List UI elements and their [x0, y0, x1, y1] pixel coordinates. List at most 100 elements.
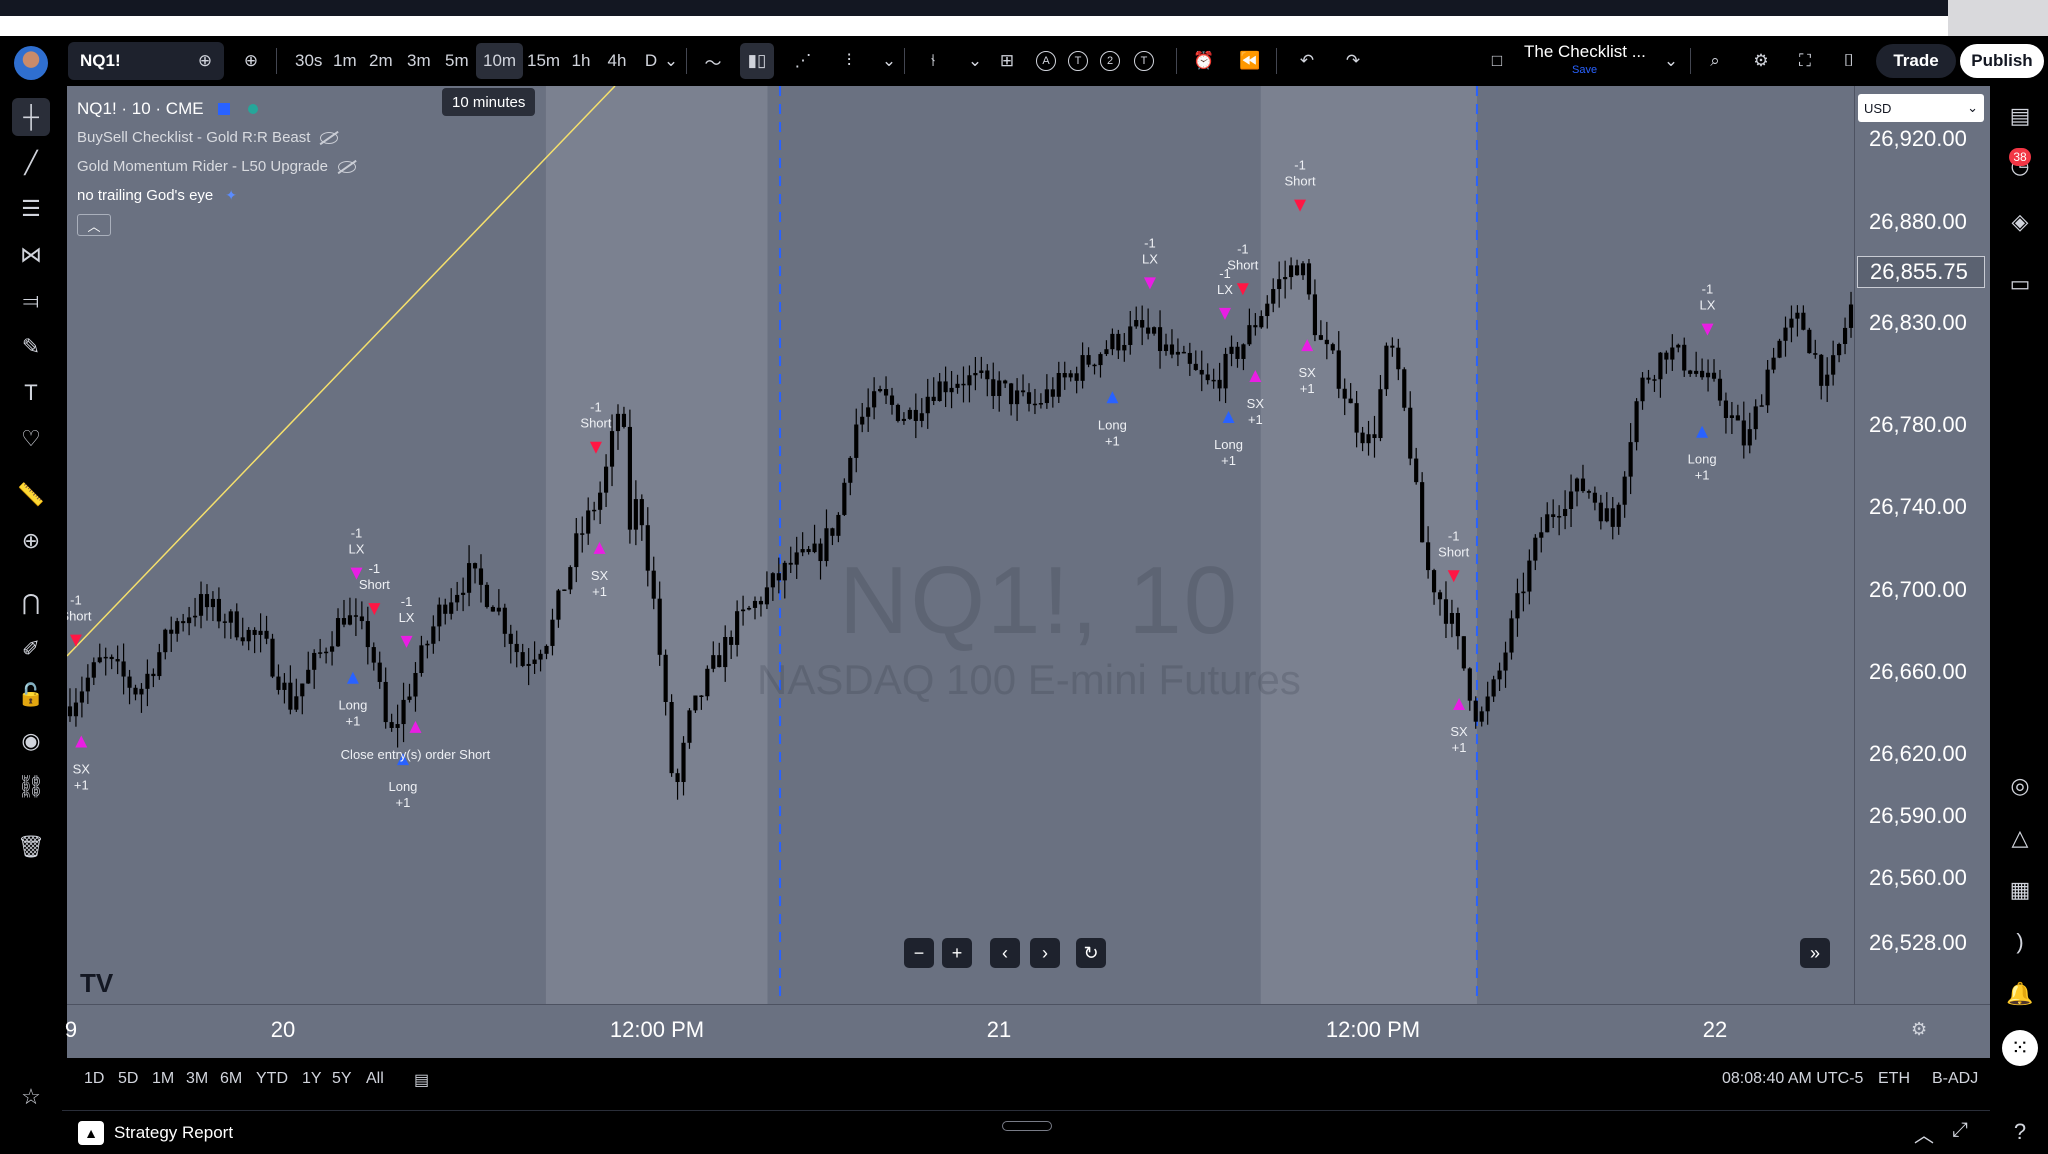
settings-gear-icon[interactable]: ⚙ — [1744, 43, 1778, 79]
target-icon[interactable]: ◎ — [2002, 768, 2038, 804]
scroll-left-button[interactable]: ‹ — [990, 938, 1020, 968]
strategy-report-label[interactable]: Strategy Report — [114, 1123, 233, 1143]
add-symbol-icon[interactable]: ⊕ — [234, 43, 268, 79]
trash-icon[interactable]: 🗑 — [12, 828, 50, 866]
trade-button[interactable]: Trade — [1876, 44, 1956, 78]
avatar[interactable] — [14, 46, 48, 80]
candles-chart-icon[interactable]: ▮▯ — [740, 43, 774, 79]
indicators-icon[interactable]: ⫮ — [916, 43, 950, 79]
range-1Y-button[interactable]: 1Y — [302, 1070, 322, 1088]
apps-grid-icon[interactable]: ⁙ — [2002, 1030, 2038, 1066]
magnet-icon[interactable]: ⋂ — [12, 584, 50, 622]
panel-resize-handle[interactable] — [1002, 1121, 1052, 1131]
scroll-to-realtime-button[interactable]: » — [1800, 938, 1830, 968]
zoom-in-icon[interactable]: ⊕ — [12, 522, 50, 560]
template-badge[interactable]: A — [1036, 51, 1056, 71]
interval-10m-button[interactable]: 10m — [476, 43, 524, 79]
bars-chart-icon[interactable]: ⫶ — [832, 43, 866, 79]
range-YTD-button[interactable]: YTD — [256, 1070, 288, 1088]
clock-time[interactable]: 08:08:40 AM UTC-5 — [1722, 1070, 1863, 1088]
reset-chart-button[interactable]: ↻ — [1076, 938, 1106, 968]
crosshair-icon[interactable]: ┼ — [12, 98, 50, 136]
legend-collapse-button[interactable]: ︿ — [77, 214, 111, 236]
help-icon[interactable]: ? — [2002, 1114, 2038, 1150]
range-3M-button[interactable]: 3M — [186, 1070, 208, 1088]
compare-symbol-icon[interactable]: ⊕ — [188, 43, 222, 79]
pattern-icon[interactable]: ⋈ — [12, 236, 50, 274]
hidden-eye-icon[interactable] — [320, 131, 339, 144]
indicator-row[interactable]: no trailing God's eye ✦ — [77, 181, 356, 210]
interval-4h-button[interactable]: 4h — [600, 43, 634, 79]
object-tree-layers-icon[interactable]: ◈ — [2002, 204, 2038, 240]
watchlist-icon[interactable]: ▤ — [2002, 98, 2038, 134]
fullscreen-icon[interactable]: ⛶ — [1788, 43, 1822, 79]
indicators-dropdown-icon[interactable]: ⌄ — [958, 43, 992, 79]
ideas-icon[interactable]: △ — [2002, 820, 2038, 856]
camera-icon[interactable]: ⌷ — [1832, 43, 1866, 79]
range-1M-button[interactable]: 1M — [152, 1070, 174, 1088]
price-axis[interactable]: USD ⌄ 26,920.00 26,880.00 26,830.00 26,780.… — [1854, 86, 1990, 1086]
zoom-in-button[interactable]: + — [942, 938, 972, 968]
lock-icon[interactable]: 🔓 — [12, 676, 50, 714]
trend-line-icon[interactable]: ╱ — [12, 144, 50, 182]
range-5Y-button[interactable]: 5Y — [332, 1070, 352, 1088]
indicator-row[interactable]: Gold Momentum Rider - L50 Upgrade — [77, 152, 356, 181]
zoom-out-button[interactable]: − — [904, 938, 934, 968]
interval-1h-button[interactable]: 1h — [564, 43, 598, 79]
strategy-report-icon[interactable]: ▲ — [78, 1121, 104, 1145]
alert-clock-icon[interactable]: ⏰ — [1186, 43, 1221, 79]
interval-5m-button[interactable]: 5m — [438, 43, 476, 79]
hidden-eye-icon[interactable] — [337, 160, 356, 173]
layout-save-label[interactable]: Save — [1572, 64, 1597, 76]
brush-icon[interactable]: ✎ — [12, 328, 50, 366]
publish-button[interactable]: Publish — [1960, 44, 2044, 78]
heart-icon[interactable]: ♡ — [12, 420, 50, 458]
fib-tool-icon[interactable]: ⫤ — [12, 282, 50, 320]
indicator-row[interactable]: BuySell Checklist - Gold R:R Beast — [77, 123, 356, 152]
interval-2m-button[interactable]: 2m — [362, 43, 400, 79]
templates-icon[interactable]: ⊞ — [990, 43, 1024, 79]
redo-icon[interactable]: ↷ — [1336, 43, 1370, 79]
interval-D-button[interactable]: D — [634, 43, 668, 79]
interval-30s-button[interactable]: 30s — [288, 43, 329, 79]
news-feed-icon[interactable]: ) — [2002, 924, 2038, 960]
maximize-panel-icon[interactable]: ⤢ — [1952, 1119, 1968, 1142]
layout-dropdown-icon[interactable]: ⌄ — [1654, 43, 1688, 79]
template-badge[interactable]: T — [1134, 51, 1154, 71]
scatter-icon[interactable]: ⋰ — [786, 43, 820, 79]
visibility-eye-icon[interactable]: ◉ — [12, 722, 50, 760]
undo-icon[interactable]: ↶ — [1290, 43, 1324, 79]
session-toggle[interactable]: ETH — [1878, 1070, 1910, 1088]
replay-icon[interactable]: ⏪ — [1232, 43, 1267, 79]
ruler-icon[interactable]: 📏 — [12, 476, 50, 514]
chevron-up-icon[interactable]: ︿ — [1914, 1119, 1934, 1148]
scroll-right-button[interactable]: › — [1030, 938, 1060, 968]
range-1D-button[interactable]: 1D — [84, 1070, 104, 1088]
quick-search-icon[interactable]: ⌕ — [1698, 43, 1732, 79]
range-5D-button[interactable]: 5D — [118, 1070, 138, 1088]
currency-select[interactable]: USD ⌄ — [1858, 94, 1984, 122]
layout-name[interactable]: The Checklist ... — [1524, 42, 1674, 62]
line-chart-icon[interactable]: 〜 — [696, 43, 730, 79]
link-icon[interactable]: ⛓ — [12, 768, 50, 806]
time-axis[interactable]: 9 20 12:00 PM 21 12:00 PM 22 ⚙ — [65, 1004, 1990, 1058]
stay-drawing-icon[interactable]: ✐ — [12, 630, 50, 668]
interval-3m-button[interactable]: 3m — [400, 43, 438, 79]
interval-15m-button[interactable]: 15m — [520, 43, 567, 79]
legend-title[interactable]: NQ1! · 10 · CME — [77, 99, 204, 119]
chart-type-dropdown-icon[interactable]: ⌄ — [872, 43, 906, 79]
calendar-icon[interactable]: ▦ — [2002, 872, 2038, 908]
text-tool-icon[interactable]: T — [12, 374, 50, 412]
horizontal-lines-icon[interactable]: ☰ — [12, 190, 50, 228]
adjustment-toggle[interactable]: B-ADJ — [1932, 1070, 1978, 1088]
range-All-button[interactable]: All — [366, 1070, 384, 1088]
star-favorites-icon[interactable]: ☆ — [12, 1078, 50, 1116]
notifications-bell-icon[interactable]: 🔔 — [2002, 976, 2038, 1012]
range-6M-button[interactable]: 6M — [220, 1070, 242, 1088]
template-badge[interactable]: T — [1068, 51, 1088, 71]
goto-date-icon[interactable]: ▤ — [414, 1070, 429, 1090]
interval-1m-button[interactable]: 1m — [326, 43, 364, 79]
chat-icon[interactable]: ▭ — [2002, 266, 2038, 302]
timezone-settings-icon[interactable]: ⚙ — [1911, 1019, 1927, 1040]
layout-square-icon[interactable]: □ — [1480, 43, 1514, 79]
